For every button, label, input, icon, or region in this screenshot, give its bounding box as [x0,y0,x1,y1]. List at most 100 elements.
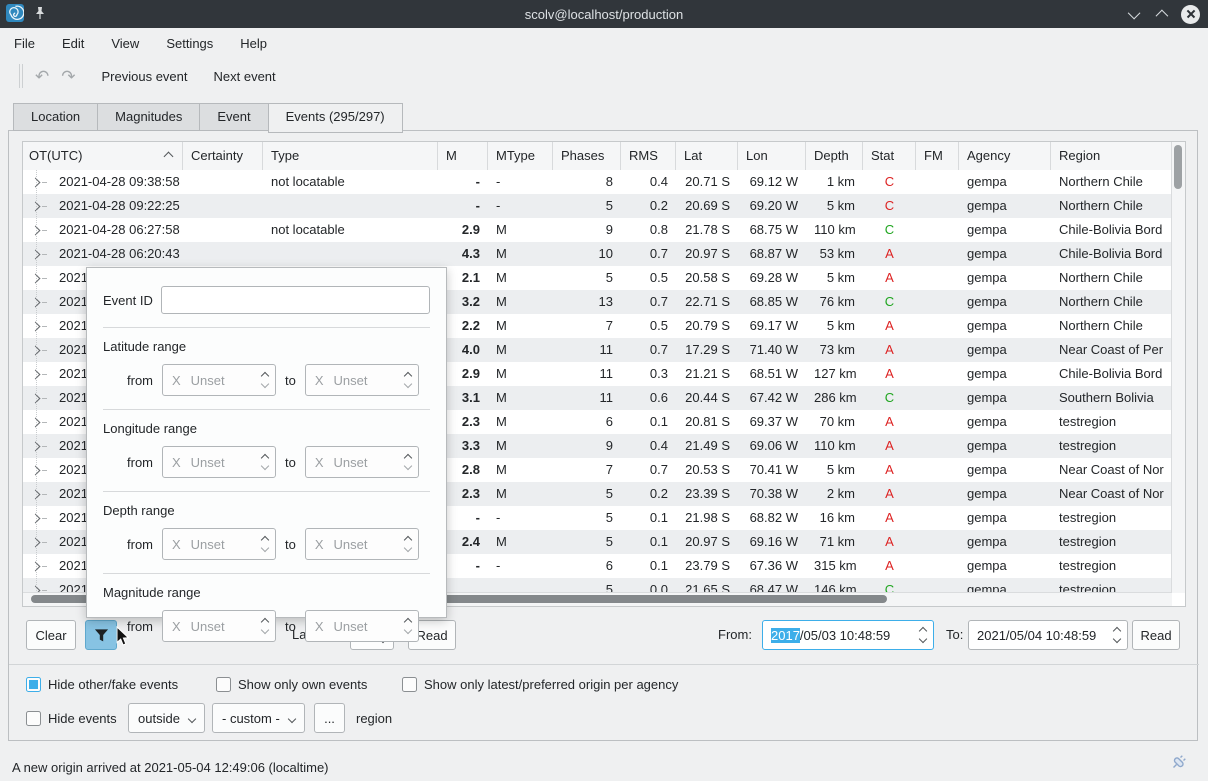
show-latest-preferred-checkbox[interactable] [402,677,417,692]
clear-button[interactable]: Clear [26,620,76,650]
table-row[interactable]: 2021-04-28 06:27:58not locatable2.9M90.8… [23,218,1172,242]
hide-other-fake-checkbox[interactable] [26,677,41,692]
clear-value-icon[interactable]: X [315,537,324,552]
longitude-from-spinbox[interactable]: XUnset [162,446,276,478]
region-preset-dropdown[interactable]: - custom - [212,703,305,733]
column-header-phases[interactable]: Phases [553,142,621,170]
depth-to-spinbox[interactable]: XUnset [305,528,419,560]
menu-edit[interactable]: Edit [62,36,84,51]
magnitude-from-spinbox[interactable]: XUnset [162,610,276,642]
pin-icon[interactable] [34,6,46,23]
column-header-certainty[interactable]: Certainty [183,142,263,170]
previous-event-button[interactable]: Previous event [102,69,188,84]
row-expander[interactable] [23,482,51,506]
show-only-own-checkbox[interactable] [216,677,231,692]
column-header-type[interactable]: Type [263,142,438,170]
menu-settings[interactable]: Settings [166,36,213,51]
row-expander[interactable] [23,506,51,530]
row-expander[interactable] [23,410,51,434]
table-row[interactable]: 2021-04-28 09:38:58not locatable--80.420… [23,170,1172,194]
region-more-button[interactable]: ... [314,703,345,733]
clear-value-icon[interactable]: X [315,373,324,388]
row-expander[interactable] [23,266,51,290]
cell-mtype: M [488,482,553,506]
row-expander[interactable] [23,314,51,338]
column-header-lon[interactable]: Lon [738,142,806,170]
cell-region: Northern Chile [1051,194,1172,218]
row-expander[interactable] [23,170,51,194]
to-datetime-field[interactable]: 2021/05/04 10:48:59 [968,620,1128,650]
clear-value-icon[interactable]: X [315,619,324,634]
column-header-m[interactable]: M [438,142,488,170]
column-header-ot[interactable]: OT(UTC) [23,142,183,170]
tab-location[interactable]: Location [13,103,97,131]
latitude-to-spinbox[interactable]: X Unset [305,364,419,396]
column-header-agency[interactable]: Agency [959,142,1051,170]
tab-events[interactable]: Events (295/297) [268,103,403,133]
vertical-scrollbar-thumb[interactable] [1174,145,1182,189]
read-range-button[interactable]: Read [1132,620,1180,650]
from-datetime-field[interactable]: 2017/05/03 10:48:59 [762,620,934,650]
cell-rms: 0.7 [621,242,676,266]
magnitude-to-spinbox[interactable]: XUnset [305,610,419,642]
row-expander[interactable] [23,434,51,458]
row-expander[interactable] [23,218,51,242]
clear-value-icon[interactable]: X [172,619,181,634]
cell-phases: 5 [553,506,621,530]
column-header-rms[interactable]: RMS [621,142,676,170]
row-expander[interactable] [23,194,51,218]
row-expander[interactable] [23,554,51,578]
row-expander[interactable] [23,458,51,482]
status-message: A new origin arrived at 2021-05-04 12:49… [12,760,329,775]
column-header-fm[interactable]: FM [916,142,959,170]
row-expander[interactable] [23,386,51,410]
row-expander[interactable] [23,362,51,386]
curved-arrow-right-icon[interactable]: ↷ [61,68,75,85]
column-header-stat[interactable]: Stat [863,142,916,170]
cell-depth: 73 km [806,338,863,362]
cell-lon: 70.41 W [738,458,806,482]
table-row[interactable]: 2021-04-28 09:22:25--50.220.69 S69.20 W5… [23,194,1172,218]
depth-from-spinbox[interactable]: XUnset [162,528,276,560]
row-expander[interactable] [23,242,51,266]
menu-file[interactable]: File [14,36,35,51]
cell-region: Northern Chile [1051,266,1172,290]
clear-value-icon[interactable]: X [315,455,324,470]
outside-dropdown[interactable]: outside [128,703,205,733]
clear-value-icon[interactable]: X [172,537,181,552]
clear-value-icon[interactable]: X [172,455,181,470]
close-button[interactable] [1181,5,1200,24]
longitude-to-spinbox[interactable]: XUnset [305,446,419,478]
column-header-depth[interactable]: Depth [806,142,863,170]
vertical-scrollbar[interactable] [1171,142,1185,593]
table-row[interactable]: 2021-04-28 06:20:434.3M100.720.97 S68.87… [23,242,1172,266]
hide-events-checkbox[interactable] [26,711,41,726]
latitude-from-spinbox[interactable]: XUnset [162,364,276,396]
cell-lat: 21.21 S [676,362,738,386]
next-event-button[interactable]: Next event [214,69,276,84]
spin-value: Unset [334,373,368,388]
cell-region: Near Coast of Nor [1051,482,1172,506]
tab-event[interactable]: Event [199,103,267,131]
cell-depth: 71 km [806,530,863,554]
cell-fm [916,314,959,338]
cell-lat: 20.81 S [676,410,738,434]
row-expander[interactable] [23,338,51,362]
maximize-button[interactable] [1156,10,1165,19]
cell-agency: gempa [959,218,1051,242]
clear-value-icon[interactable]: X [172,373,181,388]
row-expander[interactable] [23,578,51,593]
minimize-button[interactable] [1131,10,1140,19]
toolbar-handle[interactable] [19,64,23,88]
tree-guide-line [36,170,37,593]
event-id-input[interactable] [161,286,430,314]
menu-help[interactable]: Help [240,36,267,51]
column-header-region[interactable]: Region [1051,142,1172,170]
tab-magnitudes[interactable]: Magnitudes [97,103,199,131]
menu-view[interactable]: View [111,36,139,51]
row-expander[interactable] [23,290,51,314]
row-expander[interactable] [23,530,51,554]
column-header-mtype[interactable]: MType [488,142,553,170]
curved-arrow-left-icon[interactable]: ↶ [35,68,49,85]
column-header-lat[interactable]: Lat [676,142,738,170]
